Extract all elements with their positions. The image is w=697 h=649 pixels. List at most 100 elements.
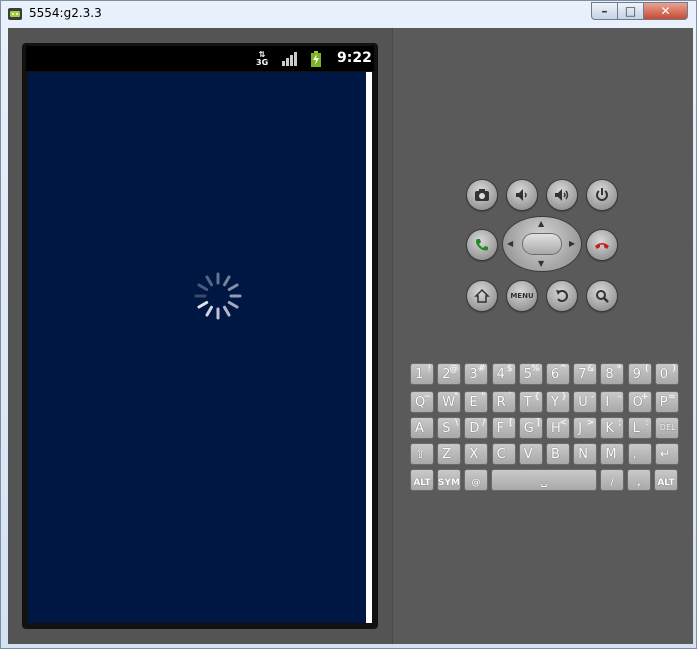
call-icon (476, 239, 488, 251)
key-comma[interactable]: , (627, 469, 651, 491)
key-i[interactable]: -I (600, 391, 625, 413)
dpad-right-icon[interactable]: ▶ (569, 240, 575, 248)
key-c[interactable]: C (491, 443, 516, 465)
search-icon (596, 290, 609, 303)
key-secondary-label: @ (449, 364, 459, 374)
key-label: N (578, 447, 588, 462)
minimize-icon: – (601, 4, 608, 18)
end-call-icon (595, 243, 609, 249)
device-screen[interactable] (28, 72, 366, 623)
key-label: L (632, 421, 640, 436)
key-n[interactable]: N (573, 443, 598, 465)
key-label: F (496, 421, 505, 436)
volume-up-button[interactable] (547, 180, 577, 210)
key-space[interactable]: ␣ (491, 469, 597, 491)
key-o[interactable]: + O (627, 391, 652, 413)
key-label: / (610, 478, 614, 488)
key-d[interactable]: / D (464, 417, 489, 439)
key-8[interactable]: * 8 (600, 363, 625, 385)
key-b[interactable]: B (546, 443, 570, 465)
key-j[interactable]: > J (573, 417, 598, 439)
key-7[interactable]: & 7 (573, 363, 598, 385)
minimize-button[interactable]: – (591, 2, 618, 20)
key-6[interactable]: ^ 6 (546, 363, 570, 385)
key-l[interactable]: :L (627, 417, 652, 439)
key-label: Y (551, 395, 559, 410)
status-time: 9:22 (337, 50, 372, 66)
spinner-tick (205, 305, 213, 317)
key-0[interactable]: ) 0 (654, 363, 679, 385)
key-secondary-label: " (481, 392, 486, 402)
title-bar[interactable]: 5554:g2.3.3 – □ ✕ (1, 1, 696, 27)
key-9[interactable]: (9 (627, 363, 652, 385)
key-secondary-label: / (482, 418, 486, 428)
battery-charging-icon (311, 51, 321, 67)
dpad-center-button[interactable] (523, 234, 561, 254)
key-secondary-label: - (618, 392, 622, 402)
key-label: ↵ (659, 447, 671, 462)
key-3[interactable]: #3 (464, 363, 489, 385)
key-x[interactable]: X (464, 443, 489, 465)
key-alt-left[interactable]: ALT (410, 469, 434, 491)
key-a[interactable]: A (410, 417, 434, 439)
volume-down-button[interactable] (507, 180, 537, 210)
key-label: W (442, 395, 456, 410)
key-s[interactable]: \ S (437, 417, 462, 439)
dpad[interactable]: ▲ ▼ ◀ ▶ (503, 217, 581, 271)
key-at[interactable]: @ (464, 469, 488, 491)
dpad-down-icon[interactable]: ▼ (538, 260, 544, 268)
key-label: T (523, 395, 532, 410)
key-k[interactable]: ; K (600, 417, 625, 439)
key-↵[interactable]: ↵ (654, 443, 679, 465)
key-2[interactable]: @2 (437, 363, 462, 385)
search-button[interactable] (587, 281, 617, 311)
key-m[interactable]: M (600, 443, 625, 465)
power-button[interactable] (587, 180, 617, 210)
volume-up-icon (555, 189, 569, 201)
key-alt-right[interactable]: ALT (654, 469, 678, 491)
key-4[interactable]: $4 (491, 363, 516, 385)
key-label: 6 (551, 367, 560, 382)
key-t[interactable]: {T (518, 391, 543, 413)
spinner-tick (197, 283, 209, 291)
key-r[interactable]: ` R (491, 391, 516, 413)
key-secondary-label: = (668, 392, 676, 402)
key-u[interactable]: -U (573, 391, 598, 413)
menu-button[interactable]: MENU (507, 281, 537, 311)
key-5[interactable]: % 5 (518, 363, 543, 385)
key-label: E (469, 395, 478, 410)
key-e[interactable]: " E (464, 391, 489, 413)
key-f[interactable]: [F (491, 417, 516, 439)
key-1[interactable]: ! 1 (410, 363, 434, 385)
dpad-left-icon[interactable]: ◀ (507, 240, 513, 248)
key-slash[interactable]: / (600, 469, 624, 491)
key-label: 7 (578, 367, 587, 382)
maximize-button[interactable]: □ (617, 2, 644, 20)
call-button[interactable] (467, 230, 497, 260)
key-secondary-label: $ (506, 364, 513, 374)
end-call-button[interactable] (587, 230, 617, 260)
key-.[interactable]: . (627, 443, 652, 465)
key-label: B (551, 447, 560, 462)
key-v[interactable]: V (518, 443, 543, 465)
close-button[interactable]: ✕ (643, 2, 688, 20)
camera-button[interactable] (467, 180, 497, 210)
key-label: 3 (469, 367, 478, 382)
spinner-tick (205, 275, 213, 287)
key-del[interactable]: DEL (654, 417, 679, 439)
key-y[interactable]: } Y (546, 391, 570, 413)
back-button[interactable] (547, 281, 577, 311)
home-button[interactable] (467, 281, 497, 311)
dpad-up-icon[interactable]: ▲ (538, 220, 544, 228)
key-g[interactable]: ] G (518, 417, 543, 439)
key-w[interactable]: " W (437, 391, 462, 413)
key-q[interactable]: ~ Q (410, 391, 434, 413)
key-secondary-label: ^ (559, 364, 567, 374)
close-icon: ✕ (660, 4, 671, 18)
key-h[interactable]: < H (546, 417, 570, 439)
key-label: 1 (415, 367, 424, 382)
key-p[interactable]: = P (654, 391, 679, 413)
key-z[interactable]: Z (437, 443, 462, 465)
key-⇧[interactable]: ⇧ (410, 443, 434, 465)
key-sym[interactable]: SYM (437, 469, 461, 491)
